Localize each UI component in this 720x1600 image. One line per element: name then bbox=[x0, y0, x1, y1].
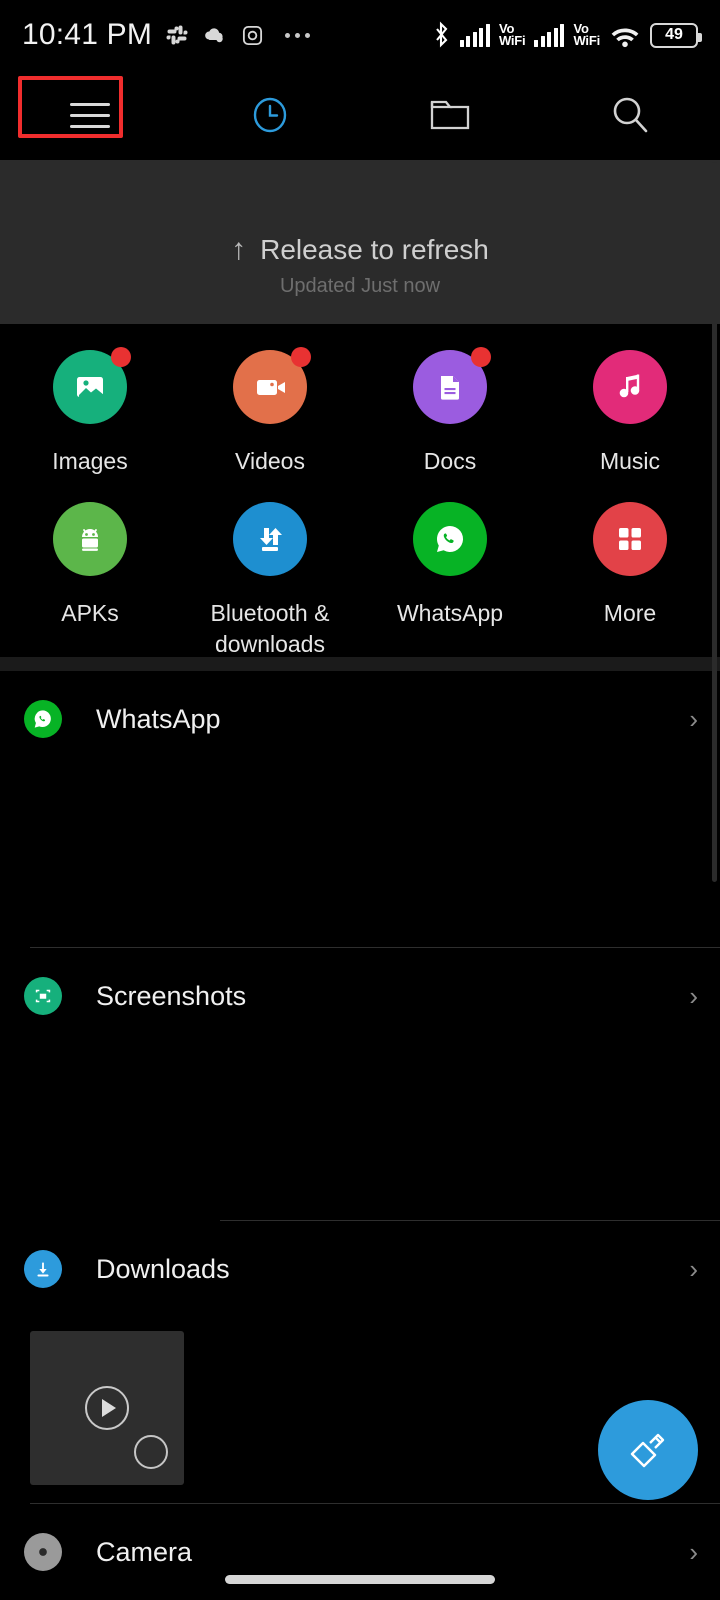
camera-icon bbox=[24, 1533, 62, 1571]
category-whatsapp[interactable]: WhatsApp bbox=[360, 476, 540, 659]
grid-four-icon bbox=[619, 528, 641, 551]
whatsapp-glyph bbox=[34, 710, 51, 728]
category-grid: Images Videos Docs Music APKs Bluetooth … bbox=[0, 324, 720, 657]
vowifi-label-2: Vo WiFi bbox=[573, 21, 600, 48]
category-bluetooth-downloads[interactable]: Bluetooth & downloads bbox=[180, 476, 360, 659]
photo-icon bbox=[77, 377, 104, 398]
search-button[interactable] bbox=[540, 70, 720, 160]
home-indicator bbox=[225, 1575, 495, 1584]
category-videos[interactable]: Videos bbox=[180, 324, 360, 476]
screenshot-glyph bbox=[35, 989, 51, 1003]
phone-screen: 10:41 PM Vo WiFi Vo WiFi 49 ↑ Release to… bbox=[0, 0, 720, 1600]
signal-bars-icon-1 bbox=[459, 23, 490, 47]
vowifi-label-1: Vo WiFi bbox=[498, 21, 526, 48]
badge-dot bbox=[471, 347, 491, 367]
selection-circle-icon[interactable] bbox=[134, 1435, 168, 1469]
category-label: Docs bbox=[423, 448, 477, 474]
battery-icon: 49 bbox=[650, 22, 702, 48]
slack-icon bbox=[166, 25, 188, 45]
file-group-whatsapp: WhatsApp › bbox=[0, 671, 720, 948]
group-label: Screenshots bbox=[96, 980, 247, 1011]
category-icon-circle bbox=[53, 502, 127, 577]
music-note-icon bbox=[619, 374, 640, 398]
group-label: WhatsApp bbox=[96, 703, 221, 734]
category-icon-circle bbox=[53, 347, 131, 424]
category-apks[interactable]: APKs bbox=[0, 476, 180, 659]
category-label: Bluetooth & downloads bbox=[210, 600, 330, 657]
status-bar-left: 10:41 PM bbox=[22, 18, 311, 52]
category-icon-circle bbox=[413, 347, 491, 424]
category-label: APKs bbox=[61, 600, 119, 627]
group-header-row[interactable]: Screenshots › bbox=[0, 948, 720, 1044]
wifi-icon bbox=[611, 27, 639, 47]
group-header-row[interactable]: Downloads › bbox=[0, 1221, 720, 1317]
instagram-icon bbox=[242, 25, 263, 45]
document-icon bbox=[441, 376, 459, 400]
bluetooth-icon bbox=[436, 21, 448, 48]
clock-icon bbox=[253, 97, 287, 133]
chevron-right-icon[interactable]: › bbox=[689, 1539, 698, 1565]
camera-glyph bbox=[39, 1548, 47, 1556]
cloud-icon bbox=[205, 28, 223, 43]
refresh-sub-label: Updated Just now bbox=[279, 275, 441, 297]
group-label: Downloads bbox=[96, 1253, 230, 1284]
refresh-label: Release to refresh bbox=[260, 234, 489, 265]
app-toolbar bbox=[0, 70, 720, 160]
tab-folders[interactable] bbox=[360, 70, 540, 160]
video-camera-icon bbox=[257, 380, 285, 395]
tab-recent[interactable] bbox=[180, 70, 360, 160]
category-label: Images bbox=[52, 448, 128, 474]
group-content-empty bbox=[0, 767, 720, 947]
hamburger-menu-icon bbox=[70, 102, 110, 128]
category-images[interactable]: Images bbox=[0, 324, 180, 476]
status-bar-clock: 10:41 PM bbox=[22, 18, 153, 51]
category-music[interactable]: Music bbox=[540, 324, 720, 476]
category-icon-circle bbox=[233, 347, 311, 424]
refresh-main-row: ↑ Release to refresh bbox=[231, 234, 489, 266]
download-arrow-icon bbox=[24, 1250, 62, 1288]
android-robot-icon bbox=[82, 529, 98, 552]
transfer-arrows-icon bbox=[260, 528, 282, 552]
chevron-right-icon[interactable]: › bbox=[689, 983, 698, 1009]
category-label: More bbox=[603, 600, 657, 627]
category-more[interactable]: More bbox=[540, 476, 720, 659]
search-icon bbox=[613, 97, 648, 133]
vertical-scrollbar[interactable] bbox=[712, 162, 717, 882]
status-bar: 10:41 PM Vo WiFi Vo WiFi 49 bbox=[0, 0, 720, 70]
pull-to-refresh-banner: ↑ Release to refresh Updated Just now bbox=[0, 160, 720, 324]
whatsapp-icon bbox=[24, 700, 62, 738]
group-header-row[interactable]: WhatsApp › bbox=[0, 671, 720, 767]
play-icon[interactable] bbox=[85, 1386, 129, 1430]
menu-button[interactable] bbox=[0, 70, 180, 160]
chevron-right-icon[interactable]: › bbox=[689, 706, 698, 732]
category-docs[interactable]: Docs bbox=[360, 324, 540, 476]
chevron-right-icon[interactable]: › bbox=[689, 1256, 698, 1282]
file-group-screenshots: Screenshots › bbox=[0, 948, 720, 1221]
file-group-camera: Camera › bbox=[0, 1504, 720, 1600]
screenshot-frame-icon bbox=[24, 977, 62, 1015]
group-content-empty bbox=[0, 1044, 720, 1220]
video-thumbnail[interactable] bbox=[30, 1331, 184, 1485]
cleaner-fab-button[interactable] bbox=[598, 1400, 698, 1500]
download-glyph bbox=[37, 1262, 49, 1277]
arrow-up-icon: ↑ bbox=[231, 233, 247, 266]
category-icon-circle bbox=[593, 350, 667, 424]
whatsapp-icon bbox=[437, 526, 464, 553]
category-label: WhatsApp bbox=[396, 600, 504, 627]
group-label: Camera bbox=[96, 1536, 193, 1567]
signal-bars-icon-2 bbox=[534, 23, 565, 47]
section-separator-band bbox=[0, 657, 720, 671]
folder-icon bbox=[430, 100, 470, 130]
category-icon-circle bbox=[593, 502, 667, 577]
cleaner-brush-icon bbox=[630, 1433, 665, 1468]
category-icon-circle bbox=[233, 502, 307, 577]
status-bar-right: Vo WiFi Vo WiFi 49 bbox=[431, 21, 702, 49]
category-label: Music bbox=[599, 448, 661, 474]
category-label: Videos bbox=[235, 448, 305, 474]
category-icon-circle bbox=[413, 502, 487, 577]
badge-dot bbox=[111, 347, 131, 367]
badge-dot bbox=[291, 347, 311, 367]
group-header-row[interactable]: Camera › bbox=[0, 1504, 720, 1600]
overflow-dots-icon bbox=[285, 32, 311, 38]
